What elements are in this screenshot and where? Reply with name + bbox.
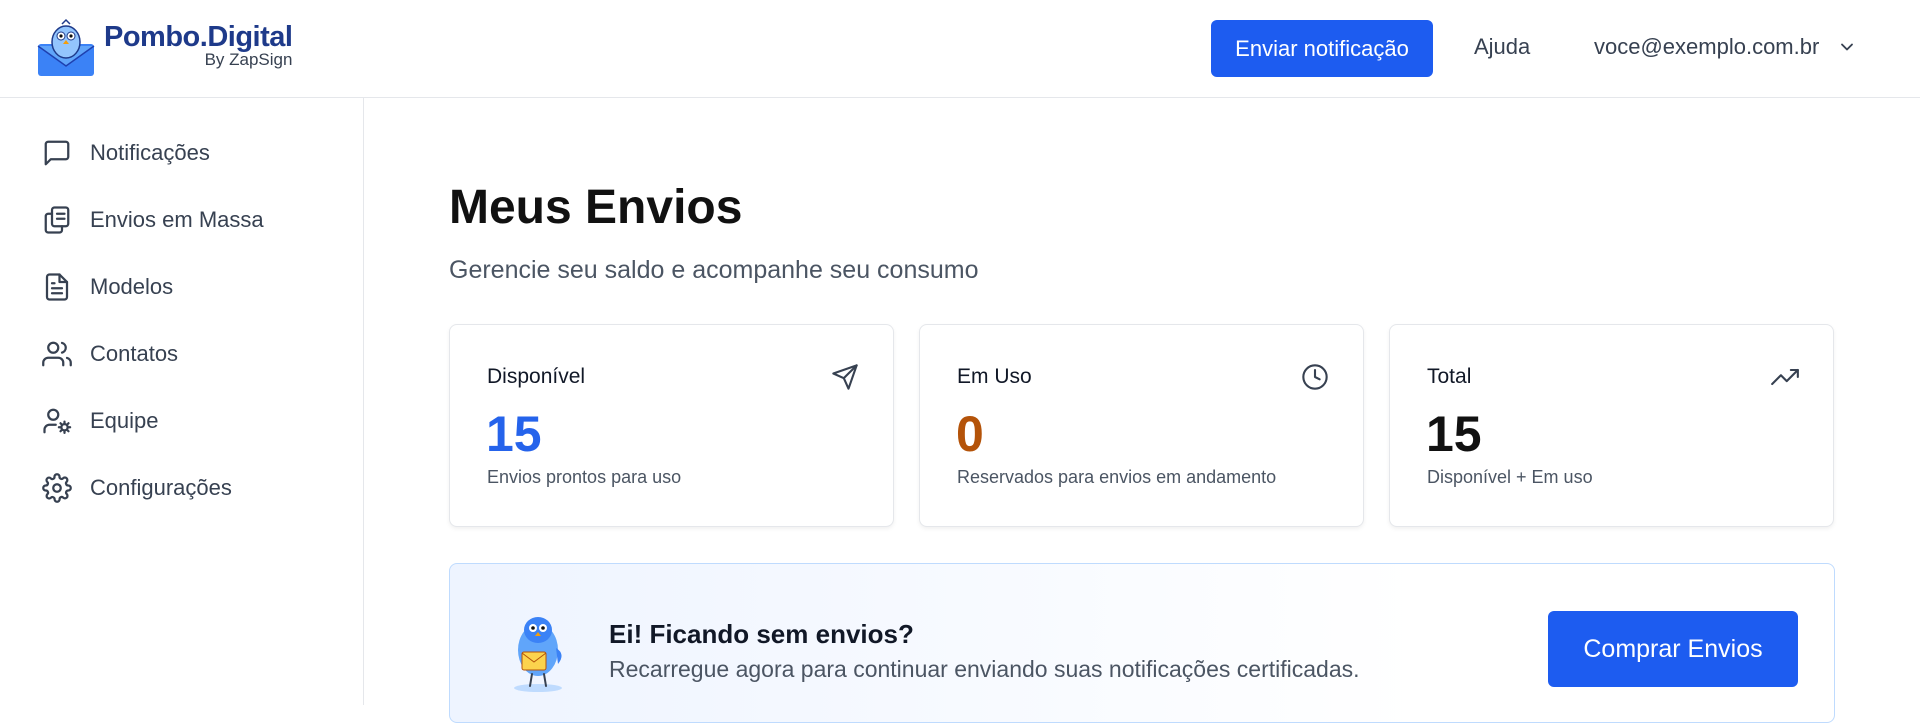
banner-title: Ei! Ficando sem envios? <box>609 619 914 649</box>
card-description: Disponível + Em uso <box>1427 467 1593 487</box>
help-link[interactable]: Ajuda <box>1474 34 1530 60</box>
message-square-icon <box>44 140 70 166</box>
send-notification-button[interactable]: Enviar notificação <box>1211 20 1433 77</box>
clock-icon <box>1302 364 1328 390</box>
card-label: Em Uso <box>957 365 1032 388</box>
card-value: 15 <box>1426 406 1482 462</box>
users-icon <box>42 341 72 367</box>
buy-envios-banner: Ei! Ficando sem envios? Recarregue agora… <box>449 563 1835 723</box>
trending-up-icon <box>1771 368 1799 386</box>
sidebar-item-configuracoes[interactable]: Configurações <box>42 468 232 508</box>
sidebar-item-label: Notificações <box>90 140 210 165</box>
sidebar-item-equipe[interactable]: Equipe <box>42 401 159 441</box>
sidebar-item-label: Equipe <box>90 408 159 433</box>
card-description: Envios prontos para uso <box>487 467 682 487</box>
card-value: 15 <box>486 406 542 462</box>
sidebar-item-modelos[interactable]: Modelos <box>42 267 173 307</box>
user-menu[interactable]: voce@exemplo.com.br <box>1594 34 1857 60</box>
sidebar-item-label: Modelos <box>90 274 174 299</box>
copy-icon <box>44 206 70 234</box>
chevron-down-icon <box>1841 43 1854 51</box>
user-email: voce@exemplo.com.br <box>1594 34 1820 59</box>
sidebar-item-contatos[interactable]: Contatos <box>42 334 178 374</box>
card-description: Reservados para envios em andamento <box>957 467 1277 487</box>
card-total: Total 15 Disponível + Em uso <box>1389 324 1834 527</box>
banner-subtitle: Recarregue agora para continuar enviando… <box>609 656 1360 682</box>
card-label: Total <box>1427 365 1472 388</box>
sidebar: Notificações Envios em Massa Modelos Con… <box>0 98 364 705</box>
sidebar-item-notificacoes[interactable]: Notificações <box>42 133 210 173</box>
send-icon <box>832 364 858 390</box>
sidebar-item-label: Configurações <box>90 475 232 500</box>
logo[interactable]: Pombo.Digital By ZapSign <box>34 18 293 78</box>
gear-icon <box>42 473 72 503</box>
logo-title: Pombo.Digital <box>104 21 293 53</box>
pigeon-logo-icon <box>37 18 95 76</box>
card-disponivel: Disponível 15 Envios prontos para uso <box>449 324 894 527</box>
pigeon-mascot-icon <box>514 617 562 692</box>
logo-subtitle: By ZapSign <box>204 50 293 69</box>
card-label: Disponível <box>487 365 586 388</box>
sidebar-item-envios-em-massa[interactable]: Envios em Massa <box>42 200 264 240</box>
page-subtitle: Gerencie seu saldo e acompanhe seu consu… <box>449 256 979 284</box>
top-header: Pombo.Digital By ZapSign Enviar notifica… <box>0 0 1920 98</box>
file-text-icon <box>45 273 69 301</box>
sidebar-item-label: Envios em Massa <box>90 207 264 232</box>
page-title: Meus Envios <box>449 181 743 234</box>
user-cog-icon <box>43 408 72 434</box>
card-value: 0 <box>956 406 984 462</box>
sidebar-item-label: Contatos <box>90 341 179 366</box>
card-em-uso: Em Uso 0 Reservados para envios em andam… <box>919 324 1364 527</box>
buy-envios-button[interactable]: Comprar Envios <box>1548 611 1798 687</box>
